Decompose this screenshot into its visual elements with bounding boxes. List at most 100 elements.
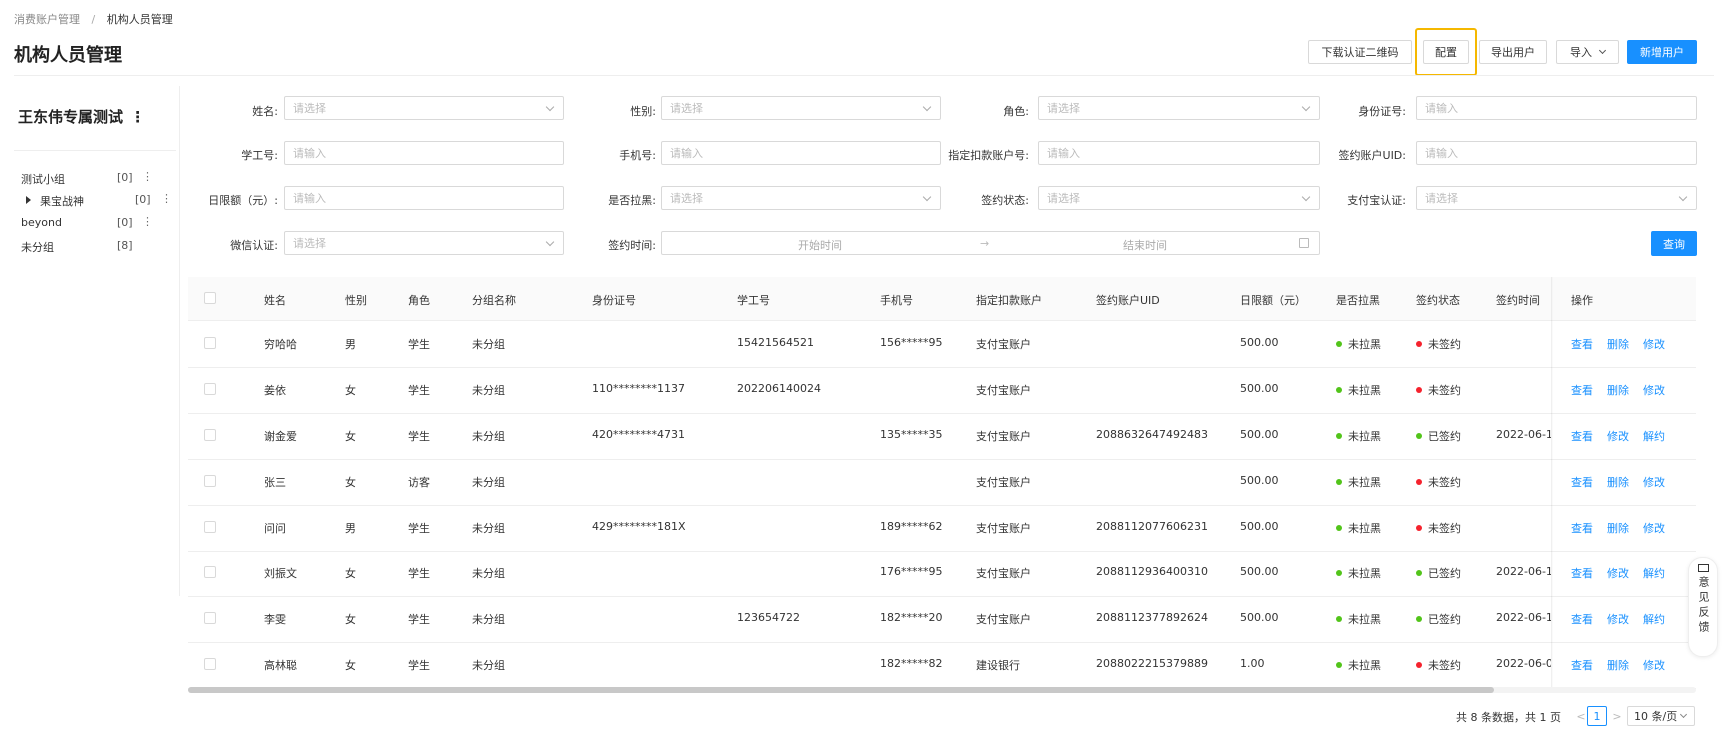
start-time-placeholder[interactable]: 开始时间 [798,237,842,253]
sign-uid-input[interactable]: 请输入 [1416,141,1697,165]
daily-limit-input[interactable]: 请输入 [284,186,564,210]
row-checkbox[interactable] [204,337,216,349]
export-users-button[interactable]: 导出用户 [1479,40,1547,64]
col-header-account[interactable]: 指定扣款账户 [976,292,1042,308]
tree-item-ungrouped[interactable]: 未分组 [21,239,54,255]
col-header-group[interactable]: 分组名称 [472,292,516,308]
id-card-label: 身份证号: [1358,105,1406,118]
delete-link[interactable]: 删除 [1607,657,1629,673]
tree-item-beyond[interactable]: beyond [21,216,62,229]
row-checkbox[interactable] [204,383,216,395]
more-vertical-icon[interactable]: ⋮ [130,108,145,126]
edit-link[interactable]: 修改 [1643,474,1665,490]
cell-uid: 2088632647492483 [1096,428,1208,441]
page-1-button[interactable]: 1 [1587,706,1607,726]
more-vertical-icon[interactable]: ⋮ [161,192,172,205]
cell-daily-limit: 500.00 [1240,336,1279,349]
col-header-phone[interactable]: 手机号 [880,292,913,308]
cell-daily-limit: 1.00 [1240,657,1265,670]
config-button[interactable]: 配置 [1423,40,1469,64]
deduct-account-input[interactable]: 请输入 [1038,141,1320,165]
view-link[interactable]: 查看 [1571,565,1593,581]
view-link[interactable]: 查看 [1571,611,1593,627]
page-size-select[interactable]: 10 条/页 [1627,706,1695,726]
feedback-widget[interactable]: 意见反馈 [1688,557,1718,657]
edit-link[interactable]: 修改 [1607,565,1629,581]
name-select[interactable]: 请选择 [284,96,564,120]
next-page-button[interactable]: > [1607,706,1627,726]
add-user-button[interactable]: 新增用户 [1627,40,1697,64]
row-checkbox[interactable] [204,521,216,533]
sign-time-label: 签约时间: [608,239,656,252]
view-link[interactable]: 查看 [1571,336,1593,352]
row-checkbox[interactable] [204,475,216,487]
gender-select[interactable]: 请选择 [661,96,941,120]
terminate-link[interactable]: 解约 [1643,611,1665,627]
query-button[interactable]: 查询 [1651,231,1697,256]
view-link[interactable]: 查看 [1571,428,1593,444]
view-link[interactable]: 查看 [1571,474,1593,490]
tree-item-guobao[interactable]: 果宝战神 [40,193,84,209]
row-checkbox[interactable] [204,658,216,670]
breadcrumb-parent-link[interactable]: 消费账户管理 [14,13,80,26]
horizontal-scrollbar-thumb[interactable] [188,687,1494,693]
tree-item-test-group[interactable]: 测试小组 [21,171,65,187]
edit-link[interactable]: 修改 [1607,611,1629,627]
cell-blacklisted: 未拉黑 [1336,520,1381,536]
col-header-student-no[interactable]: 学工号 [737,292,770,308]
cell-sign-time: 2022-06-13 [1496,611,1551,624]
select-all-checkbox[interactable] [204,292,216,304]
col-header-id-card[interactable]: 身份证号 [592,292,636,308]
col-header-blacklisted[interactable]: 是否拉黑 [1336,292,1380,308]
row-divider [188,459,1696,460]
download-qr-button[interactable]: 下载认证二维码 [1308,40,1412,64]
wechat-auth-select[interactable]: 请选择 [284,231,564,255]
edit-link[interactable]: 修改 [1643,657,1665,673]
role-select[interactable]: 请选择 [1038,96,1320,120]
cell-account: 支付宝账户 [976,522,1031,535]
edit-link[interactable]: 修改 [1643,336,1665,352]
col-header-gender[interactable]: 性别 [345,292,367,308]
delete-link[interactable]: 删除 [1607,474,1629,490]
sign-time-range-picker[interactable]: 开始时间 → 结束时间 [661,231,1320,255]
terminate-link[interactable]: 解约 [1643,565,1665,581]
cell-blacklisted: 未拉黑 [1336,611,1381,627]
more-vertical-icon[interactable]: ⋮ [142,215,153,228]
col-header-role[interactable]: 角色 [408,292,430,308]
edit-link[interactable]: 修改 [1643,382,1665,398]
edit-link[interactable]: 修改 [1643,520,1665,536]
col-header-name[interactable]: 姓名 [264,292,286,308]
id-card-input[interactable]: 请输入 [1416,96,1697,120]
view-link[interactable]: 查看 [1571,520,1593,536]
delete-link[interactable]: 删除 [1607,520,1629,536]
end-time-placeholder[interactable]: 结束时间 [1123,237,1167,253]
edit-link[interactable]: 修改 [1607,428,1629,444]
import-dropdown-button[interactable]: 导入 [1556,40,1619,64]
col-header-sign-time[interactable]: 签约时间 [1496,292,1540,308]
alipay-auth-select[interactable]: 请选择 [1416,186,1697,210]
sign-uid-label: 签约账户UID: [1338,149,1406,162]
row-checkbox[interactable] [204,612,216,624]
page-size-label: 10 条/页 [1634,710,1678,723]
cell-role: 学生 [408,384,430,397]
terminate-link[interactable]: 解约 [1643,428,1665,444]
view-link[interactable]: 查看 [1571,657,1593,673]
blacklisted-select[interactable]: 请选择 [661,186,941,210]
sign-status-select[interactable]: 请选择 [1038,186,1320,210]
student-no-input[interactable]: 请输入 [284,141,564,165]
more-vertical-icon[interactable]: ⋮ [142,170,153,183]
row-checkbox[interactable] [204,566,216,578]
col-header-uid[interactable]: 签约账户UID [1096,292,1160,308]
view-link[interactable]: 查看 [1571,382,1593,398]
col-header-daily-limit[interactable]: 日限额（元） [1240,292,1306,308]
delete-link[interactable]: 删除 [1607,336,1629,352]
phone-input[interactable]: 请输入 [661,141,941,165]
chevron-down-icon [922,102,932,112]
caret-right-icon[interactable] [26,196,31,204]
cell-group: 未分组 [472,384,505,397]
col-header-sign-status[interactable]: 签约状态 [1416,292,1460,308]
delete-link[interactable]: 删除 [1607,382,1629,398]
row-checkbox[interactable] [204,429,216,441]
cell-role: 学生 [408,659,430,672]
breadcrumb-separator: / [91,13,96,26]
